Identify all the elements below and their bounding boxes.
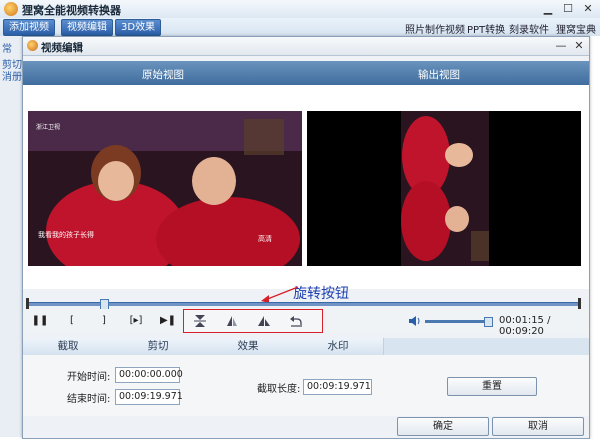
pause-button[interactable]: ❚❚	[31, 313, 49, 329]
tab-crop[interactable]: 剪切	[113, 338, 204, 355]
tab-clip[interactable]: 截取	[23, 338, 114, 355]
end-time-input[interactable]: 00:09:19.971	[115, 389, 183, 405]
app-toolbar: 添加视频 视频编辑 3D效果 照片制作视频 PPT转换 刻录软件 狸窝宝典	[0, 18, 600, 36]
next-button[interactable]: ▶❚	[159, 313, 177, 329]
tab-watermark[interactable]: 水印	[293, 338, 384, 355]
duration-input[interactable]: 00:09:19.971	[303, 379, 372, 395]
sidebar-label: 常	[2, 44, 12, 55]
time-display: 00:01:15 / 00:09:20	[499, 315, 551, 337]
ppt-convert-link[interactable]: PPT转换	[467, 21, 505, 36]
start-time-input[interactable]: 00:00:00.000	[115, 367, 183, 383]
clip-form: 开始时间: 00:00:00.000 结束时间: 00:09:19.971 截取…	[23, 355, 589, 416]
reset-button[interactable]: 重置	[447, 377, 537, 396]
sidebar-label: 消册	[2, 72, 22, 83]
duration-label: 截取长度:	[257, 384, 301, 395]
app-title: 狸窝全能视频转换器	[22, 4, 121, 17]
video-edit-button[interactable]: 视频编辑	[61, 19, 113, 36]
photo-video-link[interactable]: 照片制作视频	[405, 21, 465, 36]
maximize-icon[interactable]: ☐	[558, 1, 578, 16]
ok-button[interactable]: 确定	[397, 417, 489, 436]
close-icon[interactable]: ✕	[578, 1, 598, 16]
timeline-slider[interactable]	[23, 298, 589, 310]
set-end-button[interactable]: ]	[95, 313, 113, 329]
set-start-button[interactable]: [	[63, 313, 81, 329]
app-sidebar: 常 剪切 消册	[0, 36, 23, 437]
volume-icon[interactable]	[408, 314, 422, 328]
flip-horizontal-icon[interactable]	[224, 313, 240, 329]
app-title-bar: 狸窝全能视频转换器 ▁ ☐ ✕	[0, 0, 600, 19]
burn-software-link[interactable]: 刻录软件	[509, 21, 549, 36]
frame-step-button[interactable]: [▸]	[127, 313, 145, 329]
playback-controls: ❚❚ [ ] [▸] ▶❚ 00:01:15 / 00:09:20	[23, 309, 589, 337]
timeline-start-marker[interactable]	[26, 298, 29, 309]
timeline-track	[28, 302, 579, 306]
rotate-buttons-group	[183, 309, 323, 333]
volume-slider-thumb[interactable]	[484, 317, 494, 327]
tab-effect[interactable]: 效果	[203, 338, 294, 355]
flip-vertical-icon[interactable]	[192, 313, 208, 329]
minimize-icon[interactable]: ▁	[538, 1, 558, 16]
cancel-button[interactable]: 取消	[492, 417, 584, 436]
rotate-left-icon[interactable]	[288, 313, 304, 329]
end-time-label: 结束时间:	[67, 394, 111, 405]
3d-effect-button[interactable]: 3D效果	[115, 19, 162, 36]
add-video-button[interactable]: 添加视频	[3, 19, 55, 36]
volume-slider-track[interactable]	[425, 320, 491, 323]
timeline-end-marker[interactable]	[578, 298, 581, 309]
edit-tabs: 截取 剪切 效果 水印	[23, 338, 589, 356]
rotate-right-icon[interactable]	[256, 313, 272, 329]
start-time-label: 开始时间:	[67, 372, 111, 383]
liwo-guide-link[interactable]: 狸窝宝典	[556, 21, 596, 36]
app-logo-icon	[4, 2, 18, 16]
annotation-arrow-line	[264, 286, 299, 301]
video-edit-dialog: 视频编辑 — ✕ 原始视图 输出视图 浙江卫视 我看我的孩子长得 高清 旋转按钮…	[22, 36, 590, 439]
